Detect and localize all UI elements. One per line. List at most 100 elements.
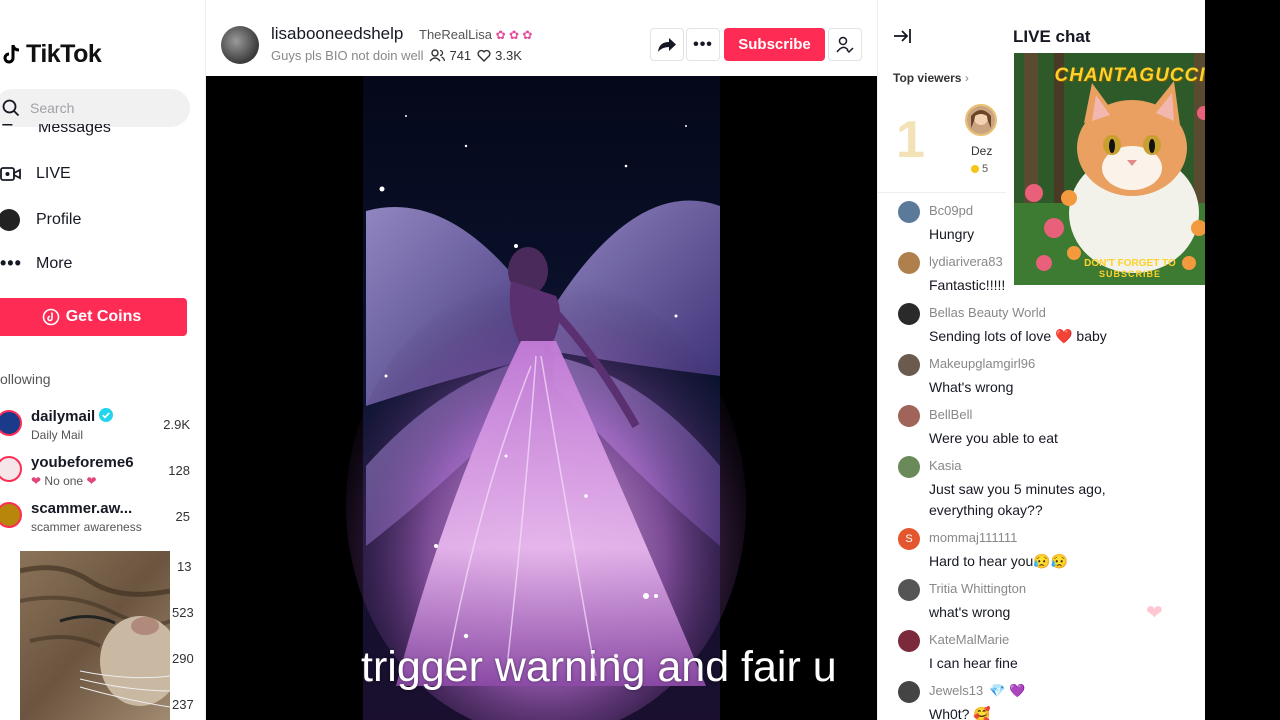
search-placeholder: Search (30, 100, 75, 116)
like-stat: 3.3K (477, 48, 522, 63)
account-name: dailymail (31, 408, 114, 425)
chat-username[interactable]: lydiarivera83 (929, 254, 1003, 269)
nav-live-label: LIVE (36, 165, 71, 182)
chat-message-text: Just saw you 5 minutes ago, everything o… (929, 481, 1106, 518)
fairy-video-frame (346, 76, 746, 720)
chat-username[interactable]: Bellas Beauty World (929, 305, 1046, 320)
chat-user-avatar[interactable] (898, 201, 920, 223)
chat-message-text: Were you able to eat (929, 430, 1058, 446)
collapse-panel-icon[interactable] (892, 27, 912, 45)
chat-title: LIVE chat (1013, 27, 1091, 46)
top-viewer-avatar[interactable] (965, 104, 997, 136)
live-video-player[interactable] (206, 76, 877, 720)
account-avatar (0, 456, 22, 482)
account-avatar (0, 410, 22, 436)
chat-message-text: Hard to hear you😥😥 (929, 553, 1069, 569)
coin-icon (42, 308, 60, 326)
live-title-row: Guys pls BIO not doin well 741 3.3K (271, 48, 522, 63)
chat-message-text: What's wrong (929, 379, 1014, 395)
tiktok-note-icon (3, 44, 20, 63)
nav-more-label: More (36, 254, 73, 272)
chat-user-avatar[interactable] (898, 630, 920, 652)
following-header: ollowing (0, 371, 51, 387)
top-viewer-name: Dez (971, 144, 993, 158)
chat-username[interactable]: KateMalMarie (929, 632, 1009, 647)
tiktok-wordmark: TikTok (26, 40, 102, 68)
chat-username[interactable]: Tritia Whittington (929, 581, 1026, 596)
user-check-icon (836, 36, 854, 53)
share-arrow-icon (658, 37, 676, 52)
more-dots-icon: ••• (0, 253, 22, 273)
host-nickname: TheRealLisa ✿ ✿ ✿ (419, 27, 533, 42)
chat-message-text: Wh0t? 🥰 (929, 706, 991, 720)
search-icon (2, 99, 20, 117)
top-viewer-rank: 1 (896, 111, 925, 169)
chat-user-avatar[interactable] (898, 303, 920, 325)
account-name: youbeforeme6 (31, 454, 134, 471)
account-viewer-count: 523 (172, 605, 194, 620)
account-viewer-count: 237 (172, 697, 194, 712)
account-subtitle: Daily Mail (31, 428, 84, 442)
screen: TikTok Search ⟂Messages LIVE (0, 0, 1280, 720)
chat-user-badges: 💎 💜 (989, 683, 1026, 698)
chat-user-avatar[interactable] (898, 252, 920, 274)
account-viewer-count: 128 (168, 463, 190, 478)
following-account[interactable]: dailymail Daily Mail 2.9K (0, 406, 196, 446)
top-viewer-coins: 5 (971, 163, 988, 175)
chat-user-avatar[interactable]: S (898, 528, 920, 550)
video-caption-overlay: trigger warning and fair u (361, 643, 837, 691)
top-viewers-link[interactable]: Top viewers › (893, 71, 969, 85)
black-letterbox (1205, 0, 1280, 720)
get-coins-label: Get Coins (65, 308, 142, 325)
account-subtitle: ❤ No one ❤ (31, 474, 97, 488)
viewer-stat: 741 (429, 48, 471, 63)
nav-messages-label: Messages (38, 124, 111, 136)
nav-more[interactable]: ••• More (0, 253, 72, 274)
chat-user-avatar[interactable] (898, 354, 920, 376)
following-account[interactable]: scammer.aw... scammer awareness 25 (0, 498, 196, 538)
chat-username[interactable]: Bc09pd (929, 203, 973, 218)
chat-user-avatar[interactable] (898, 681, 920, 703)
chat-user-avatar[interactable] (898, 405, 920, 427)
chat-username[interactable]: Makeupglamgirl96 (929, 356, 1035, 371)
nav-profile[interactable]: Profile (0, 209, 81, 231)
account-viewer-count: 13 (177, 559, 192, 574)
chat-user-avatar[interactable] (898, 456, 920, 478)
heart-outline-icon (477, 49, 491, 62)
account-subtitle: scammer awareness (31, 520, 142, 534)
account-name: scammer.aw... (31, 500, 133, 517)
heart-emoji-icon: ❤ (31, 474, 42, 488)
host-username[interactable]: lisabooneedshelp (271, 24, 403, 44)
chevron-right-icon: › (964, 71, 969, 85)
tiktok-logo[interactable]: TikTok (0, 40, 102, 69)
floating-heart-icon: ❤ (1146, 602, 1163, 624)
viewers-icon (429, 49, 446, 62)
follow-user-button[interactable] (828, 28, 862, 61)
chat-username[interactable]: mommaj111111 (929, 530, 1017, 545)
heart-emoji-icon: ❤ (86, 474, 97, 488)
account-viewer-count: 25 (175, 509, 190, 524)
chat-user-avatar[interactable] (898, 579, 920, 601)
nav-profile-label: Profile (36, 211, 82, 228)
left-sidebar: TikTok Search ⟂Messages LIVE (0, 0, 206, 720)
chat-username[interactable]: BellBell (929, 407, 972, 422)
live-header: lisabooneedshelp TheRealLisa ✿ ✿ ✿ Guys … (206, 0, 877, 76)
verified-badge-icon (99, 408, 114, 422)
get-coins-button[interactable]: Get Coins (0, 298, 187, 336)
nav-messages[interactable]: ⟂Messages (2, 124, 111, 138)
subscribe-button[interactable]: Subscribe (724, 28, 825, 61)
account-avatar (0, 502, 22, 528)
nav-live[interactable]: LIVE (0, 165, 71, 183)
host-avatar[interactable] (221, 26, 259, 64)
profile-avatar-icon (0, 209, 20, 231)
live-icon (0, 167, 21, 181)
following-account[interactable]: youbeforeme6 ❤ No one ❤ 128 (0, 452, 196, 492)
chat-username[interactable]: Jewels13 💎 💜 (929, 683, 1025, 699)
share-button[interactable] (650, 28, 684, 61)
more-options-button[interactable]: ••• (686, 28, 720, 61)
cat-webcam-overlay (20, 551, 170, 720)
live-title: Guys pls BIO not doin well (271, 48, 424, 63)
chat-message-text: Sending lots of love ❤️ baby (929, 328, 1107, 344)
chat-username[interactable]: Kasia (929, 458, 962, 473)
search-input[interactable]: Search (0, 89, 190, 127)
